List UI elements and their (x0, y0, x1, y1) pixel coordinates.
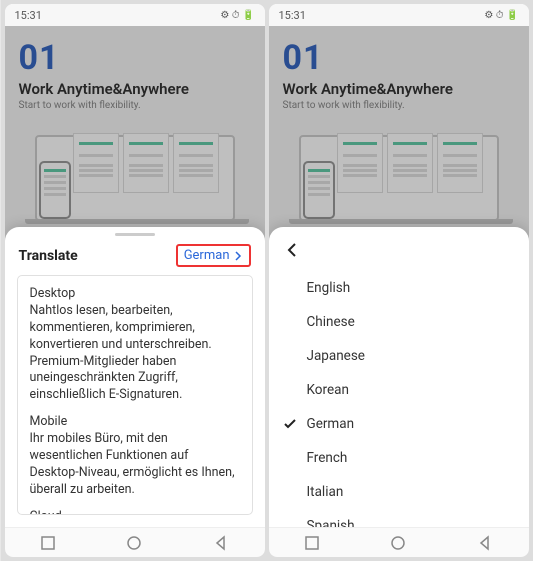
language-option[interactable]: Japanese (269, 339, 529, 373)
illustration (299, 125, 499, 221)
nav-home-icon[interactable] (126, 535, 142, 551)
language-option-label: Chinese (307, 314, 355, 330)
language-option-label: Italian (307, 484, 344, 500)
nav-bar (269, 527, 529, 557)
page-number: 01 (283, 38, 515, 78)
status-icons: ⚙ ⏱ 🔋 (220, 10, 254, 21)
sheet-grabber[interactable] (115, 233, 155, 236)
language-option[interactable]: English (269, 271, 529, 305)
translation-paragraph: Desktop Nahtlos lesen, bearbeiten, komme… (30, 286, 240, 404)
language-list-sheet: English Chinese Japanese Korean German French… (269, 227, 529, 527)
language-option-label: English (307, 280, 351, 296)
status-bar: 15:31 ⚙ ⏱ 🔋 (5, 4, 265, 26)
translate-sheet: Translate German Desktop Nahtlos lesen, … (5, 227, 265, 527)
language-option[interactable]: German (269, 407, 529, 441)
check-icon (283, 417, 297, 431)
language-label: German (184, 248, 230, 263)
language-option-label: German (307, 416, 355, 432)
nav-back-icon[interactable] (477, 535, 493, 551)
status-time: 15:31 (279, 9, 306, 22)
language-selector-button[interactable]: German (176, 244, 251, 267)
status-icons: ⚙ ⏱ 🔋 (484, 10, 518, 21)
language-option-label: Korean (307, 382, 349, 398)
translation-paragraph: Mobile Ihr mobiles Büro, mit den wesentl… (30, 414, 240, 498)
translation-paragraph: Cloud Mühelos Dateien und E-Unterschrift… (30, 509, 240, 515)
language-list: English Chinese Japanese Korean German French… (269, 267, 529, 551)
illustration (35, 125, 235, 221)
status-time: 15:31 (15, 9, 42, 22)
language-option[interactable]: Italian (269, 475, 529, 509)
chevron-right-icon (233, 251, 243, 261)
language-option[interactable]: Chinese (269, 305, 529, 339)
nav-recent-icon[interactable] (40, 535, 56, 551)
sheet-title: Translate (19, 248, 78, 264)
translation-text-box[interactable]: Desktop Nahtlos lesen, bearbeiten, komme… (17, 275, 253, 515)
nav-back-icon[interactable] (213, 535, 229, 551)
page-title: Work Anytime&Anywhere (283, 80, 515, 98)
page-title: Work Anytime&Anywhere (19, 80, 251, 98)
nav-home-icon[interactable] (390, 535, 406, 551)
page-subtitle: Start to work with flexibility. (283, 100, 515, 111)
language-option[interactable]: French (269, 441, 529, 475)
chevron-left-icon (283, 241, 301, 259)
status-bar: 15:31 ⚙ ⏱ 🔋 (269, 4, 529, 26)
nav-recent-icon[interactable] (304, 535, 320, 551)
page-number: 01 (19, 38, 251, 78)
language-option-label: French (307, 450, 348, 466)
language-option-label: Japanese (307, 348, 365, 364)
back-button[interactable] (269, 235, 529, 267)
nav-bar (5, 527, 265, 557)
page-subtitle: Start to work with flexibility. (19, 100, 251, 111)
language-option[interactable]: Korean (269, 373, 529, 407)
